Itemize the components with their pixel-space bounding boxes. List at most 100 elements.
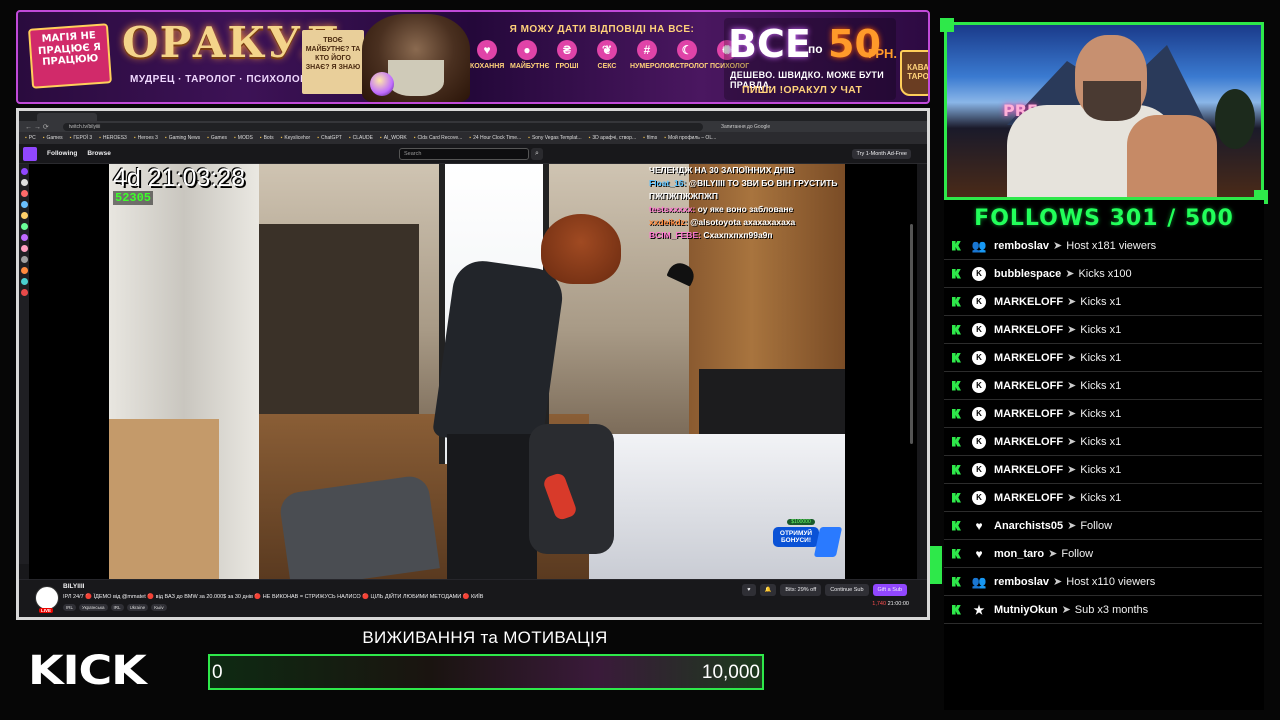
chat-overlay: ЧЕЛЕНДЖ НА 30 ЗАПОЇННИХ ДНІВ Float_16: @B…: [649, 164, 845, 242]
bookmark-item[interactable]: Keyslicehor: [281, 135, 310, 141]
bookmark-item[interactable]: ГЕРОЇ 3: [70, 135, 92, 141]
event-username: MARKELOFF: [994, 491, 1064, 504]
bookmark-item[interactable]: Sony Vegas Templat...: [528, 135, 582, 141]
bookmark-item[interactable]: MODS: [234, 135, 253, 141]
avatar[interactable]: [20, 168, 28, 175]
stream-tag[interactable]: Kыiv: [151, 604, 167, 611]
avatar[interactable]: [20, 234, 28, 241]
kick-platform-icon: [952, 240, 961, 251]
bookmark-item[interactable]: Clds Card Recove...: [414, 135, 463, 141]
bookmark-item[interactable]: Games: [43, 135, 63, 141]
event-username: bubblespace: [994, 267, 1062, 280]
kick-platform-icon: [952, 436, 961, 447]
search-icon[interactable]: ⌕: [531, 148, 543, 160]
chat-username[interactable]: testsxxxxx:: [649, 204, 698, 214]
kick-icon: K: [972, 378, 986, 393]
browser-nav-icons[interactable]: ← → ⟳: [19, 123, 59, 131]
bookmark-item[interactable]: 24 Hour Clock Time...: [469, 135, 521, 141]
video-player[interactable]: 4d 21:03:28 52305 ЧЕЛЕНДЖ НА 30 ЗАПОЇННИ…: [109, 164, 845, 579]
event-row: ♥ mon_taro ➤ Follow: [944, 540, 1262, 568]
streamer-beard: [1083, 81, 1141, 121]
chat-username[interactable]: Float_16:: [649, 178, 689, 188]
nav-browse[interactable]: Browse: [87, 150, 110, 157]
bookmark-item[interactable]: PC: [25, 135, 36, 141]
bookmark-item[interactable]: ChatGPT: [317, 135, 342, 141]
chat-text: Схахпхпхп99а9п: [703, 230, 773, 240]
avatar[interactable]: [20, 289, 28, 296]
promo-widget[interactable]: $100000 ОТРИМУЙ БОНУСИ!: [773, 519, 843, 575]
bookmark-item[interactable]: Heroes 3: [134, 135, 158, 141]
event-row: K MARKELOFF ➤ Kicks x1: [944, 428, 1262, 456]
promo-bonus-button[interactable]: ОТРИМУЙ БОНУСИ!: [773, 527, 819, 548]
avatar[interactable]: [20, 190, 28, 197]
bookmark-item[interactable]: Gaming News: [165, 135, 200, 141]
address-bar[interactable]: twitch.tv/bilyiiii: [63, 122, 703, 131]
banner-category: # НУМЕРОЛОГ: [630, 40, 674, 70]
letterbox-left: [29, 164, 109, 579]
price-cta: ПИШИ !ОРАКУЛ У ЧАТ: [742, 84, 863, 96]
bookmark-item[interactable]: Мой профиль – OL...: [664, 135, 716, 141]
event-row: K MARKELOFF ➤ Kicks x1: [944, 484, 1262, 512]
stream-tag[interactable]: Українська: [79, 604, 108, 611]
event-row: K MARKELOFF ➤ Kicks x1: [944, 456, 1262, 484]
avatar[interactable]: [20, 267, 28, 274]
avatar[interactable]: [20, 201, 28, 208]
stream-tag[interactable]: IRL: [63, 604, 77, 611]
chat-username[interactable]: xxdeikdz:: [649, 217, 690, 227]
promo-amount: $100000: [787, 519, 815, 525]
stream-tag[interactable]: Ukraine: [126, 604, 149, 611]
event-username: MutniyOkun: [994, 603, 1058, 616]
avatar[interactable]: [20, 245, 28, 252]
browser-tab[interactable]: [37, 113, 97, 121]
event-username: MARKELOFF: [994, 351, 1064, 364]
event-description: Kicks x1: [1080, 407, 1122, 420]
bookmark-item[interactable]: CLAUDE: [349, 135, 373, 141]
scrollbar[interactable]: [910, 224, 913, 444]
arrow-icon: ➤: [1067, 352, 1077, 364]
bookmark-item[interactable]: Bots: [260, 135, 274, 141]
twitch-logo-icon[interactable]: [23, 146, 37, 161]
avatar[interactable]: [20, 179, 28, 186]
ad-free-button[interactable]: Try 1-Month Ad-Free: [852, 149, 911, 159]
chat-username[interactable]: BCIM_FEBE:: [649, 230, 703, 240]
event-row: K MARKELOFF ➤ Kicks x1: [944, 344, 1262, 372]
bookmark-item[interactable]: 3D арафчi, створ...: [589, 135, 636, 141]
kick-platform-icon: [952, 324, 961, 335]
magic-sign: МАГІЯ НЕ ПРАЦЮЄ Я ПРАЦЮЮ: [28, 23, 112, 89]
continue-sub-button[interactable]: Continue Sub: [825, 584, 869, 596]
kick-icon: K: [972, 490, 986, 505]
translate-button[interactable]: Запитання до Google: [721, 124, 770, 130]
stream-counter: 52305: [113, 191, 154, 205]
nav-following[interactable]: Following: [47, 150, 77, 157]
banner-category: ₴ ГРОШІ: [550, 40, 584, 70]
streamer-body: [1127, 115, 1217, 197]
channel-name[interactable]: BILYIIII: [63, 583, 84, 590]
follow-heart-icon[interactable]: ♥: [742, 584, 756, 596]
person-head: [541, 214, 621, 284]
bookmark-item[interactable]: Games: [207, 135, 227, 141]
webcam-frame: PRE: [944, 22, 1264, 200]
avatar[interactable]: [20, 223, 28, 230]
search-input[interactable]: Search: [399, 148, 529, 160]
notify-bell-icon[interactable]: 🔔: [759, 584, 777, 596]
avatar[interactable]: [20, 212, 28, 219]
bookmark-item[interactable]: films: [643, 135, 657, 141]
event-description: Host x110 viewers: [1066, 575, 1156, 588]
bits-button[interactable]: Bits: 29% off: [780, 584, 822, 596]
stream-tags: IRL Українська IRL Ukraine Kыiv: [63, 604, 167, 611]
bookmark-item[interactable]: HEROES3: [99, 135, 127, 141]
gift-sub-button[interactable]: Gift a Sub: [872, 584, 907, 596]
channel-actions: ♥ 🔔 Bits: 29% off Continue Sub Gift a Su…: [742, 584, 907, 596]
event-username: MARKELOFF: [994, 379, 1064, 392]
event-description: Kicks x1: [1080, 323, 1122, 336]
arrow-icon: ➤: [1067, 296, 1077, 308]
avatar[interactable]: [20, 256, 28, 263]
avatar[interactable]: [20, 278, 28, 285]
bookmark-item[interactable]: AI_WORK: [380, 135, 407, 141]
numbers-icon: #: [637, 40, 657, 60]
kick-platform-icon: [952, 296, 961, 307]
banner-subtitle: МУДРЕЦ · ТАРОЛОГ · ПСИХОЛОГ: [130, 74, 307, 85]
crystal-ball-icon: ●: [517, 40, 537, 60]
channel-avatar[interactable]: [35, 586, 59, 610]
stream-tag[interactable]: IRL: [110, 604, 124, 611]
